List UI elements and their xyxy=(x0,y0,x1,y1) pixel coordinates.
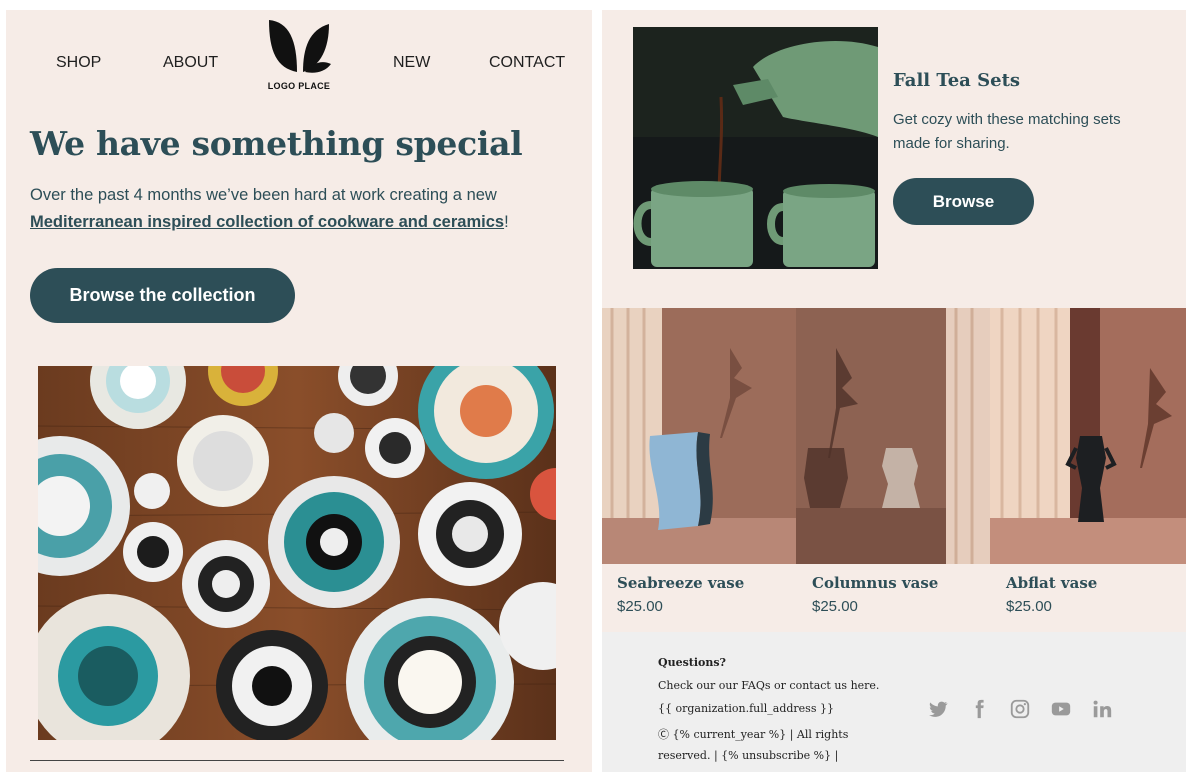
footer-address: {{ organization.full_address }} xyxy=(658,702,834,715)
tea-set-image[interactable] xyxy=(633,27,878,269)
logo[interactable]: LOGO PLACE xyxy=(264,18,334,98)
intro-end: ! xyxy=(504,213,509,231)
product-price: $25.00 xyxy=(617,598,663,615)
intro-paragraph: Over the past 4 months we’ve been hard a… xyxy=(30,182,570,236)
collection-link[interactable]: Mediterranean inspired collection of coo… xyxy=(30,213,504,231)
feature-title: Fall Tea Sets xyxy=(893,70,1021,91)
nav-contact[interactable]: CONTACT xyxy=(489,54,565,72)
divider xyxy=(30,760,564,761)
footer-title: Questions? xyxy=(658,656,727,669)
browse-collection-button[interactable]: Browse the collection xyxy=(30,268,295,323)
products-panel: Seabreeze vase $25.00 Columnus vase $25.… xyxy=(602,308,1186,632)
instagram-icon[interactable] xyxy=(1009,698,1031,720)
product-image-abflat[interactable] xyxy=(990,308,1186,564)
youtube-icon[interactable] xyxy=(1050,698,1072,720)
linkedin-icon[interactable] xyxy=(1091,698,1113,720)
page-title: We have something special xyxy=(30,124,523,163)
product-price: $25.00 xyxy=(812,598,858,615)
nav-about[interactable]: ABOUT xyxy=(163,54,218,72)
tea-feature-panel: Fall Tea Sets Get cozy with these matchi… xyxy=(602,10,1186,308)
footer-unsubscribe[interactable]: reserved. | {% unsubscribe %} | xyxy=(658,749,838,762)
browse-button[interactable]: Browse xyxy=(893,178,1034,225)
product-price: $25.00 xyxy=(1006,598,1052,615)
product-image-columnus[interactable] xyxy=(796,308,990,564)
hero-panel: SHOP ABOUT LOGO PLACE NEW CONTACT We hav… xyxy=(6,10,592,772)
logo-mark-icon xyxy=(269,20,331,73)
product-image-seabreeze[interactable] xyxy=(602,308,796,564)
nav-new[interactable]: NEW xyxy=(393,54,430,72)
footer: Questions? Check our our FAQs or contact… xyxy=(602,632,1186,772)
facebook-icon[interactable] xyxy=(968,698,990,720)
twitter-icon[interactable] xyxy=(927,698,949,720)
product-name: Seabreeze vase xyxy=(617,574,745,592)
feature-description: Get cozy with these matching sets made f… xyxy=(893,111,1121,152)
footer-faq-line[interactable]: Check our our FAQs or contact us here. xyxy=(658,679,879,692)
logo-text: LOGO PLACE xyxy=(267,81,331,91)
footer-copyright: Ⓒ {% current_year %} | All rights xyxy=(658,728,849,741)
product-name: Abflat vase xyxy=(1006,574,1098,592)
intro-text: Over the past 4 months we’ve been hard a… xyxy=(30,186,497,204)
ceramics-plates-image[interactable] xyxy=(38,366,556,740)
product-name: Columnus vase xyxy=(812,574,939,592)
nav-shop[interactable]: SHOP xyxy=(56,54,101,72)
